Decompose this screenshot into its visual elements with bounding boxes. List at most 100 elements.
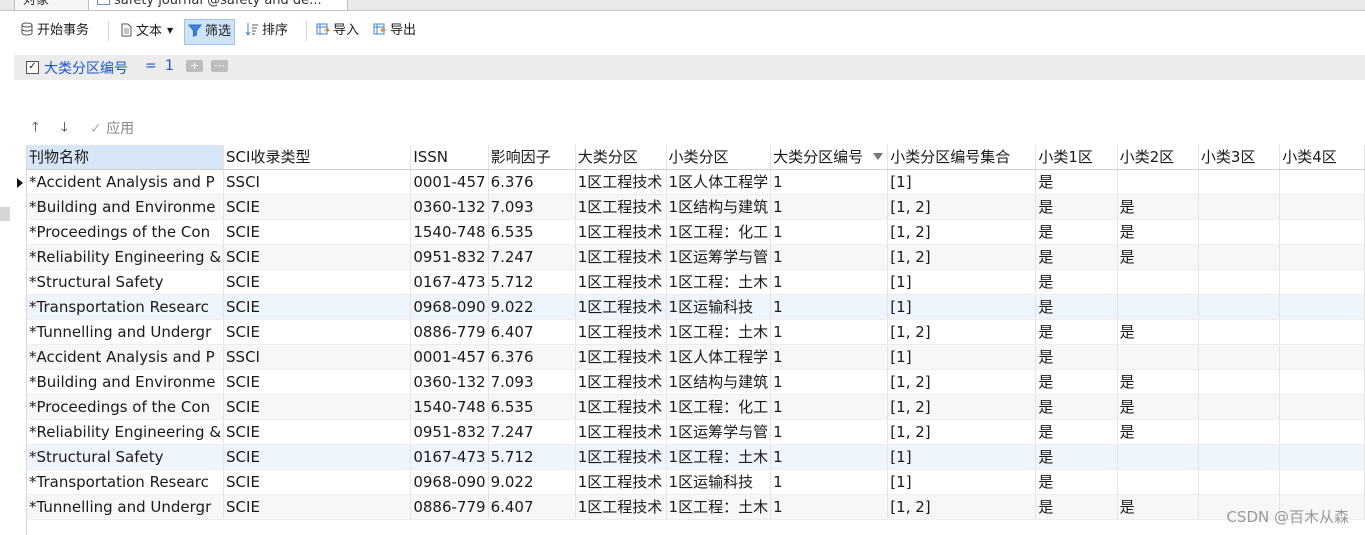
table-row[interactable]: *Transportation Researc SCIE 0968-090 9.022… bbox=[27, 294, 1365, 320]
table-cell[interactable]: 是 bbox=[1117, 419, 1199, 445]
column-header-filtered[interactable]: 大类分区编号 bbox=[770, 145, 889, 170]
table-cell[interactable]: 1 bbox=[770, 219, 889, 245]
column-header[interactable]: 影响因子 bbox=[488, 145, 576, 170]
table-cell[interactable] bbox=[1279, 194, 1365, 220]
table-cell[interactable]: *Reliability Engineering & bbox=[27, 244, 225, 270]
table-cell[interactable] bbox=[1198, 294, 1281, 320]
table-cell[interactable]: 6.535 bbox=[488, 219, 576, 245]
table-row[interactable]: *Proceedings of the Con SCIE 1540-748 6.535… bbox=[27, 219, 1365, 245]
table-cell[interactable]: SCIE bbox=[223, 394, 412, 420]
table-cell[interactable]: 0167-473 bbox=[410, 269, 489, 295]
table-cell[interactable]: *Structural Safety bbox=[27, 444, 225, 470]
filter-button[interactable]: 筛选 bbox=[184, 19, 236, 45]
table-cell[interactable]: *Accident Analysis and P bbox=[27, 169, 225, 195]
table-cell[interactable]: [1] bbox=[887, 269, 1037, 295]
table-cell[interactable]: 是 bbox=[1117, 244, 1199, 270]
table-cell[interactable]: 1 bbox=[770, 469, 889, 495]
table-cell[interactable] bbox=[1198, 419, 1281, 445]
table-cell[interactable] bbox=[1198, 219, 1281, 245]
table-cell[interactable]: 7.247 bbox=[488, 419, 576, 445]
table-cell[interactable]: 是 bbox=[1117, 219, 1199, 245]
table-cell[interactable]: SCIE bbox=[223, 369, 412, 395]
table-cell[interactable] bbox=[1198, 344, 1281, 370]
begin-transaction-button[interactable]: 开始事务 bbox=[20, 19, 89, 43]
table-row[interactable]: *Building and Environme SCIE 0360-132 7.093… bbox=[27, 194, 1365, 220]
table-cell[interactable] bbox=[1279, 444, 1365, 470]
table-cell[interactable]: 0951-832 bbox=[410, 244, 489, 270]
table-cell[interactable]: 0968-090 bbox=[410, 294, 489, 320]
table-cell[interactable]: [1, 2] bbox=[887, 394, 1037, 420]
table-row[interactable]: *Accident Analysis and P SSCI 0001-457 6.37… bbox=[27, 169, 1365, 195]
table-cell[interactable]: [1, 2] bbox=[887, 419, 1037, 445]
table-cell[interactable]: 0360-132 bbox=[410, 369, 489, 395]
table-cell[interactable]: 0968-090 bbox=[410, 469, 489, 495]
table-cell[interactable]: [1, 2] bbox=[887, 369, 1037, 395]
table-cell[interactable]: 1区工程：化工 bbox=[666, 394, 772, 420]
table-cell[interactable]: 1区工程技术 bbox=[575, 419, 667, 445]
table-cell[interactable]: 0001-457 bbox=[410, 344, 489, 370]
table-cell[interactable]: SCIE bbox=[223, 469, 412, 495]
table-cell[interactable]: 是 bbox=[1035, 394, 1118, 420]
filter-operator[interactable]: = bbox=[145, 58, 157, 74]
table-row[interactable]: *Building and Environme SCIE 0360-132 7.093… bbox=[27, 369, 1365, 395]
table-cell[interactable]: 1区工程：土木 bbox=[666, 269, 772, 295]
table-cell[interactable] bbox=[1198, 394, 1281, 420]
table-cell[interactable]: [1] bbox=[887, 294, 1037, 320]
tab-table-safety-journal[interactable]: safety journal @safety and de... bbox=[88, 0, 348, 10]
table-row[interactable]: *Tunnelling and Undergr SCIE 0886-779 6.407… bbox=[27, 494, 1365, 520]
table-cell[interactable]: 7.093 bbox=[488, 194, 576, 220]
table-cell[interactable]: 1区工程技术 bbox=[575, 194, 667, 220]
table-cell[interactable] bbox=[1198, 169, 1281, 195]
table-cell[interactable] bbox=[1279, 419, 1365, 445]
table-cell[interactable] bbox=[1279, 344, 1365, 370]
table-cell[interactable]: SCIE bbox=[223, 269, 412, 295]
table-cell[interactable]: 6.376 bbox=[488, 169, 576, 195]
table-cell[interactable]: *Building and Environme bbox=[27, 369, 225, 395]
table-cell[interactable]: 1 bbox=[770, 369, 889, 395]
table-cell[interactable]: [1, 2] bbox=[887, 319, 1037, 345]
table-cell[interactable]: [1, 2] bbox=[887, 219, 1037, 245]
table-cell[interactable]: [1, 2] bbox=[887, 494, 1037, 520]
table-row[interactable]: *Reliability Engineering & SCIE 0951-832 7.… bbox=[27, 419, 1365, 445]
table-cell[interactable]: 0360-132 bbox=[410, 194, 489, 220]
table-cell[interactable]: 1区运输科技 bbox=[666, 469, 772, 495]
table-cell[interactable]: 0886-779 bbox=[410, 494, 489, 520]
table-cell[interactable]: 1 bbox=[770, 244, 889, 270]
table-cell[interactable]: 是 bbox=[1035, 419, 1118, 445]
table-row[interactable]: *Proceedings of the Con SCIE 1540-748 6.535… bbox=[27, 394, 1365, 420]
table-cell[interactable]: 6.376 bbox=[488, 344, 576, 370]
table-row[interactable]: *Reliability Engineering & SCIE 0951-832 7.… bbox=[27, 244, 1365, 270]
table-cell[interactable]: 1 bbox=[770, 344, 889, 370]
filter-field[interactable]: 大类分区编号 bbox=[44, 58, 128, 78]
more-options-button[interactable]: ⋯ bbox=[211, 60, 228, 72]
filter-value[interactable]: 1 bbox=[165, 58, 174, 74]
table-cell[interactable]: 1540-748 bbox=[410, 394, 489, 420]
table-cell[interactable]: 1区结构与建筑 bbox=[666, 194, 772, 220]
table-cell[interactable]: *Tunnelling and Undergr bbox=[27, 319, 225, 345]
table-cell[interactable]: 是 bbox=[1117, 319, 1199, 345]
column-header[interactable]: 大类分区 bbox=[575, 145, 667, 170]
export-button[interactable]: 导出 bbox=[373, 19, 416, 43]
table-cell[interactable]: 1区运筹学与管 bbox=[666, 419, 772, 445]
table-cell[interactable]: 1区工程：化工 bbox=[666, 219, 772, 245]
column-header[interactable]: 小类3区 bbox=[1198, 145, 1281, 170]
table-cell[interactable]: 是 bbox=[1035, 219, 1118, 245]
table-cell[interactable] bbox=[1198, 244, 1281, 270]
table-cell[interactable] bbox=[1198, 369, 1281, 395]
table-cell[interactable]: SCIE bbox=[223, 219, 412, 245]
table-cell[interactable] bbox=[1279, 394, 1365, 420]
table-cell[interactable]: [1] bbox=[887, 469, 1037, 495]
table-cell[interactable]: 1区工程技术 bbox=[575, 169, 667, 195]
table-row[interactable]: *Structural Safety SCIE 0167-473 5.712 1区工程技… bbox=[27, 269, 1365, 295]
table-cell[interactable]: 是 bbox=[1035, 494, 1118, 520]
table-cell[interactable]: 1 bbox=[770, 269, 889, 295]
table-cell[interactable] bbox=[1279, 244, 1365, 270]
table-row[interactable]: *Tunnelling and Undergr SCIE 0886-779 6.407… bbox=[27, 319, 1365, 345]
column-header[interactable]: 小类分区编号集合 bbox=[887, 145, 1037, 170]
table-cell[interactable] bbox=[1279, 469, 1365, 495]
table-cell[interactable] bbox=[1279, 294, 1365, 320]
table-cell[interactable]: 5.712 bbox=[488, 269, 576, 295]
column-header[interactable]: 小类4区 bbox=[1279, 145, 1365, 170]
table-cell[interactable]: 1 bbox=[770, 319, 889, 345]
table-cell[interactable]: 1 bbox=[770, 419, 889, 445]
